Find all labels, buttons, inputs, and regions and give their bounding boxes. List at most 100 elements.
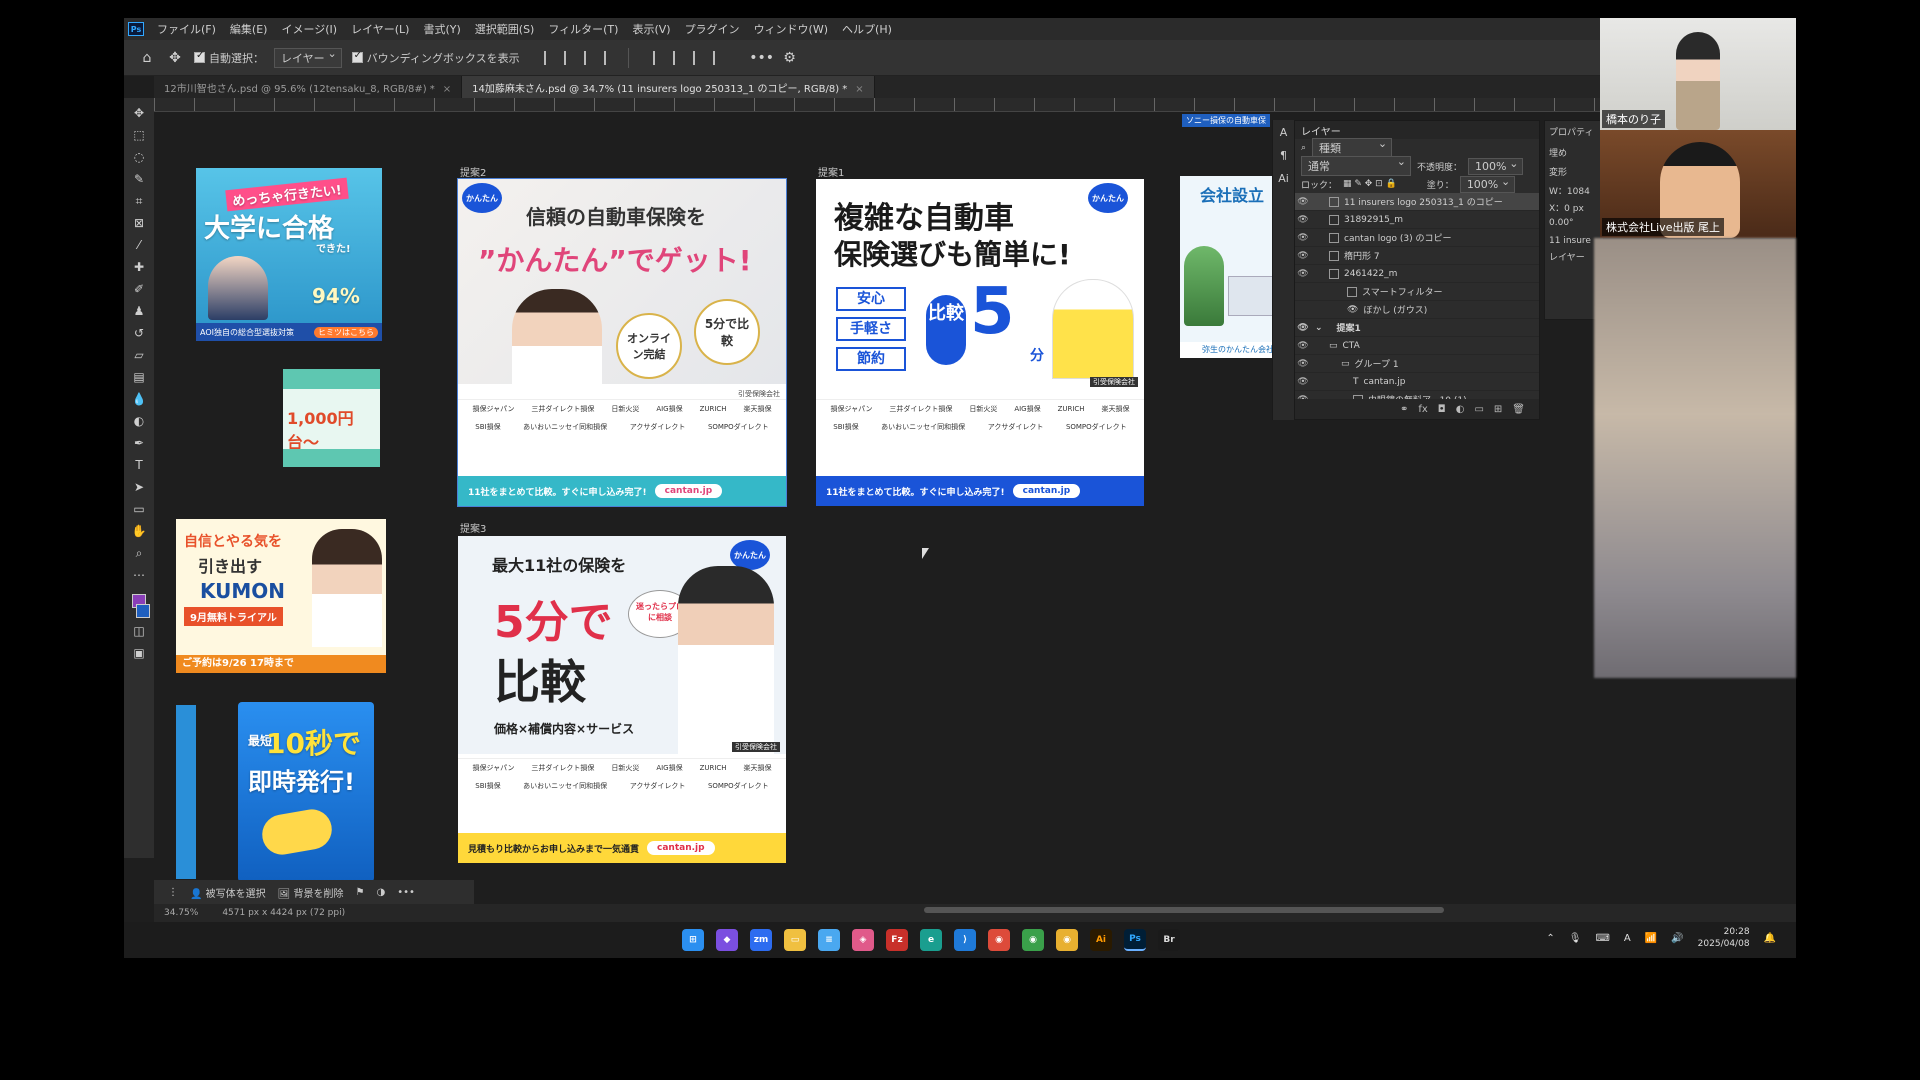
properties-x[interactable]: X：0 px: [1549, 201, 1599, 214]
layer-kind-filter[interactable]: 種類: [1312, 137, 1393, 158]
rectangle-tool-icon[interactable]: ▭: [131, 500, 147, 518]
background-color-swatch[interactable]: [136, 604, 150, 618]
menu-filter[interactable]: フィルター(T): [541, 21, 625, 37]
eraser-tool-icon[interactable]: ▱: [131, 346, 147, 364]
menu-window[interactable]: ウィンドウ(W): [747, 21, 835, 37]
menu-select[interactable]: 選択範囲(S): [468, 21, 542, 37]
align-middle-icon[interactable]: [672, 50, 687, 65]
properties-angle[interactable]: 0.00°: [1549, 218, 1599, 228]
opacity-input[interactable]: 100%: [1468, 157, 1524, 175]
layer-row[interactable]: 👁 ⌄ 提案1: [1295, 319, 1539, 337]
chrome-profile-icon[interactable]: ◉: [1022, 929, 1044, 951]
align-top-icon[interactable]: [652, 50, 667, 65]
half-circle-icon[interactable]: ◑: [376, 887, 385, 898]
eyedropper-tool-icon[interactable]: ⁄: [131, 236, 147, 254]
visibility-eye-icon[interactable]: 👁: [1295, 215, 1311, 225]
windows-start-icon[interactable]: ⊞: [682, 929, 704, 951]
layer-row[interactable]: 👁 11 insurers logo 250313_1 のコピー: [1295, 193, 1539, 211]
zoom-tool-icon[interactable]: ⌕: [131, 544, 147, 562]
chevron-up-icon[interactable]: ⌃: [1546, 933, 1554, 944]
character-panel-icon[interactable]: A: [1280, 126, 1288, 139]
chevron-down-icon[interactable]: ⌄: [1315, 323, 1323, 333]
hand-tool-icon[interactable]: ✋: [131, 522, 147, 540]
photoshop-icon[interactable]: Ps: [1124, 929, 1146, 951]
select-subject-button[interactable]: 👤 被写体を選択: [190, 885, 266, 900]
frame-tool-icon[interactable]: ⊠: [131, 214, 147, 232]
tab-layers[interactable]: レイヤー: [1301, 123, 1341, 138]
new-group-icon[interactable]: ▭: [1474, 404, 1483, 415]
new-layer-icon[interactable]: ⊞: [1494, 404, 1502, 415]
gradient-tool-icon[interactable]: ▤: [131, 368, 147, 386]
zoom-icon[interactable]: zm: [750, 929, 772, 951]
chrome-icon[interactable]: ◉: [988, 929, 1010, 951]
link-icon[interactable]: ⚭: [1400, 404, 1408, 415]
notification-icon[interactable]: 🔔: [1764, 933, 1776, 944]
glyphs-panel-icon[interactable]: Ai: [1278, 172, 1289, 185]
adjustment-icon[interactable]: ◐: [1456, 404, 1465, 415]
align-right-icon[interactable]: [583, 50, 598, 65]
visibility-eye-icon[interactable]: 👁: [1295, 377, 1311, 387]
zoom-level[interactable]: 34.75%: [164, 908, 198, 918]
artboard-kumon-ad[interactable]: 自信とやる気を 引き出す KUMON 9月無料トライアル ご予約は9/26 17…: [176, 519, 386, 673]
properties-width[interactable]: W：1084: [1549, 184, 1599, 197]
blur-tool-icon[interactable]: 💧: [131, 390, 147, 408]
layer-row[interactable]: 👁 楕円形 7: [1295, 247, 1539, 265]
move-tool-icon[interactable]: ✥: [131, 104, 147, 122]
visibility-eye-icon[interactable]: 👁: [1295, 197, 1311, 207]
close-icon[interactable]: ×: [855, 84, 863, 95]
microphone-icon[interactable]: 🎙: [1569, 933, 1582, 944]
layer-row[interactable]: 👁 cantan logo (3) のコピー: [1295, 229, 1539, 247]
volume-icon[interactable]: 🔊: [1671, 933, 1683, 944]
trash-icon[interactable]: 🗑: [1512, 404, 1525, 415]
artboard-teian2[interactable]: かんたん 信頼の自動車保険を ”かんたん”でゲット! オンライン完結 5分で比較…: [457, 178, 787, 507]
align-bottom-icon[interactable]: [692, 50, 707, 65]
tab-properties[interactable]: プロパティ: [1549, 125, 1599, 138]
file-explorer-icon[interactable]: ▭: [784, 929, 806, 951]
menu-file[interactable]: ファイル(F): [150, 21, 223, 37]
filezilla-icon[interactable]: Fz: [886, 929, 908, 951]
menu-view[interactable]: 表示(V): [625, 21, 677, 37]
artboard-daigaku-ad[interactable]: めっちゃ行きたい! 大学に合格 できた! 94% AOI独自の総合型選抜対策 ヒ…: [196, 168, 382, 341]
artboard-small-ad[interactable]: 1,000円台〜: [283, 369, 380, 467]
visibility-eye-icon[interactable]: 👁: [1295, 341, 1311, 351]
tab-document-2[interactable]: 14加藤麻未さん.psd @ 34.7% (11 insurers logo 2…: [462, 76, 875, 98]
notepad-icon[interactable]: ≡: [818, 929, 840, 951]
layer-row[interactable]: 👁 ▭ CTA: [1295, 337, 1539, 355]
history-brush-icon[interactable]: ↺: [131, 324, 147, 342]
gear-icon[interactable]: ⚙: [781, 49, 799, 67]
artboard-teian1[interactable]: 複雑な自動車 保険選びも簡単に! かんたん 安心 手軽さ 節約 比較 5 分 引…: [816, 179, 1144, 506]
pen-tool-icon[interactable]: ✒: [131, 434, 147, 452]
home-icon[interactable]: ⌂: [138, 49, 156, 67]
visibility-eye-icon[interactable]: 👁: [1295, 269, 1311, 279]
layer-row[interactable]: 👁 ▭ グループ 1: [1295, 355, 1539, 373]
menu-plugins[interactable]: プラグイン: [678, 21, 747, 37]
canvas-area[interactable]: めっちゃ行きたい! 大学に合格 できた! 94% AOI独自の総合型選抜対策 ヒ…: [154, 112, 1394, 892]
healing-tool-icon[interactable]: ✚: [131, 258, 147, 276]
vscode-icon[interactable]: ⟩: [954, 929, 976, 951]
artboard-10sec-ad[interactable]: 最短 10秒で 即時発行!: [238, 702, 374, 882]
artboard-teian3[interactable]: かんたん 最大11社の保険を 5分で 比較 価格×補償内容×サービス 迷ったらプ…: [458, 536, 786, 863]
drag-handle-icon[interactable]: ⋮: [168, 887, 178, 898]
align-center-icon[interactable]: [563, 50, 578, 65]
illustrator-icon[interactable]: Ai: [1090, 929, 1112, 951]
menu-type[interactable]: 書式(Y): [416, 21, 467, 37]
brush-tool-icon[interactable]: ✐: [131, 280, 147, 298]
mask-icon[interactable]: ◘: [1438, 404, 1446, 415]
auto-select-checkbox[interactable]: 自動選択：: [194, 50, 264, 66]
close-icon[interactable]: ×: [443, 84, 451, 95]
stamp-tool-icon[interactable]: ♟: [131, 302, 147, 320]
visibility-eye-icon[interactable]: 👁: [1295, 359, 1311, 369]
align-left-icon[interactable]: [543, 50, 558, 65]
menu-layer[interactable]: レイヤー(L): [344, 21, 416, 37]
ime-icon[interactable]: A: [1624, 933, 1631, 944]
keyboard-icon[interactable]: ⌨: [1595, 933, 1609, 944]
type-tool-icon[interactable]: T: [131, 456, 147, 474]
quick-select-tool-icon[interactable]: ✎: [131, 170, 147, 188]
bridge-icon[interactable]: Br: [1158, 929, 1180, 951]
more-options-button[interactable]: •••: [749, 49, 774, 67]
chrome-profile2-icon[interactable]: ◉: [1056, 929, 1078, 951]
remove-background-button[interactable]: 🖼 背景を削除: [278, 885, 344, 900]
tab-document-1[interactable]: 12市川智也さん.psd @ 95.6% (12tensaku_8, RGB/8…: [154, 76, 463, 98]
distribute-icon[interactable]: [603, 50, 618, 65]
move-tool-icon[interactable]: ✥: [166, 49, 184, 67]
